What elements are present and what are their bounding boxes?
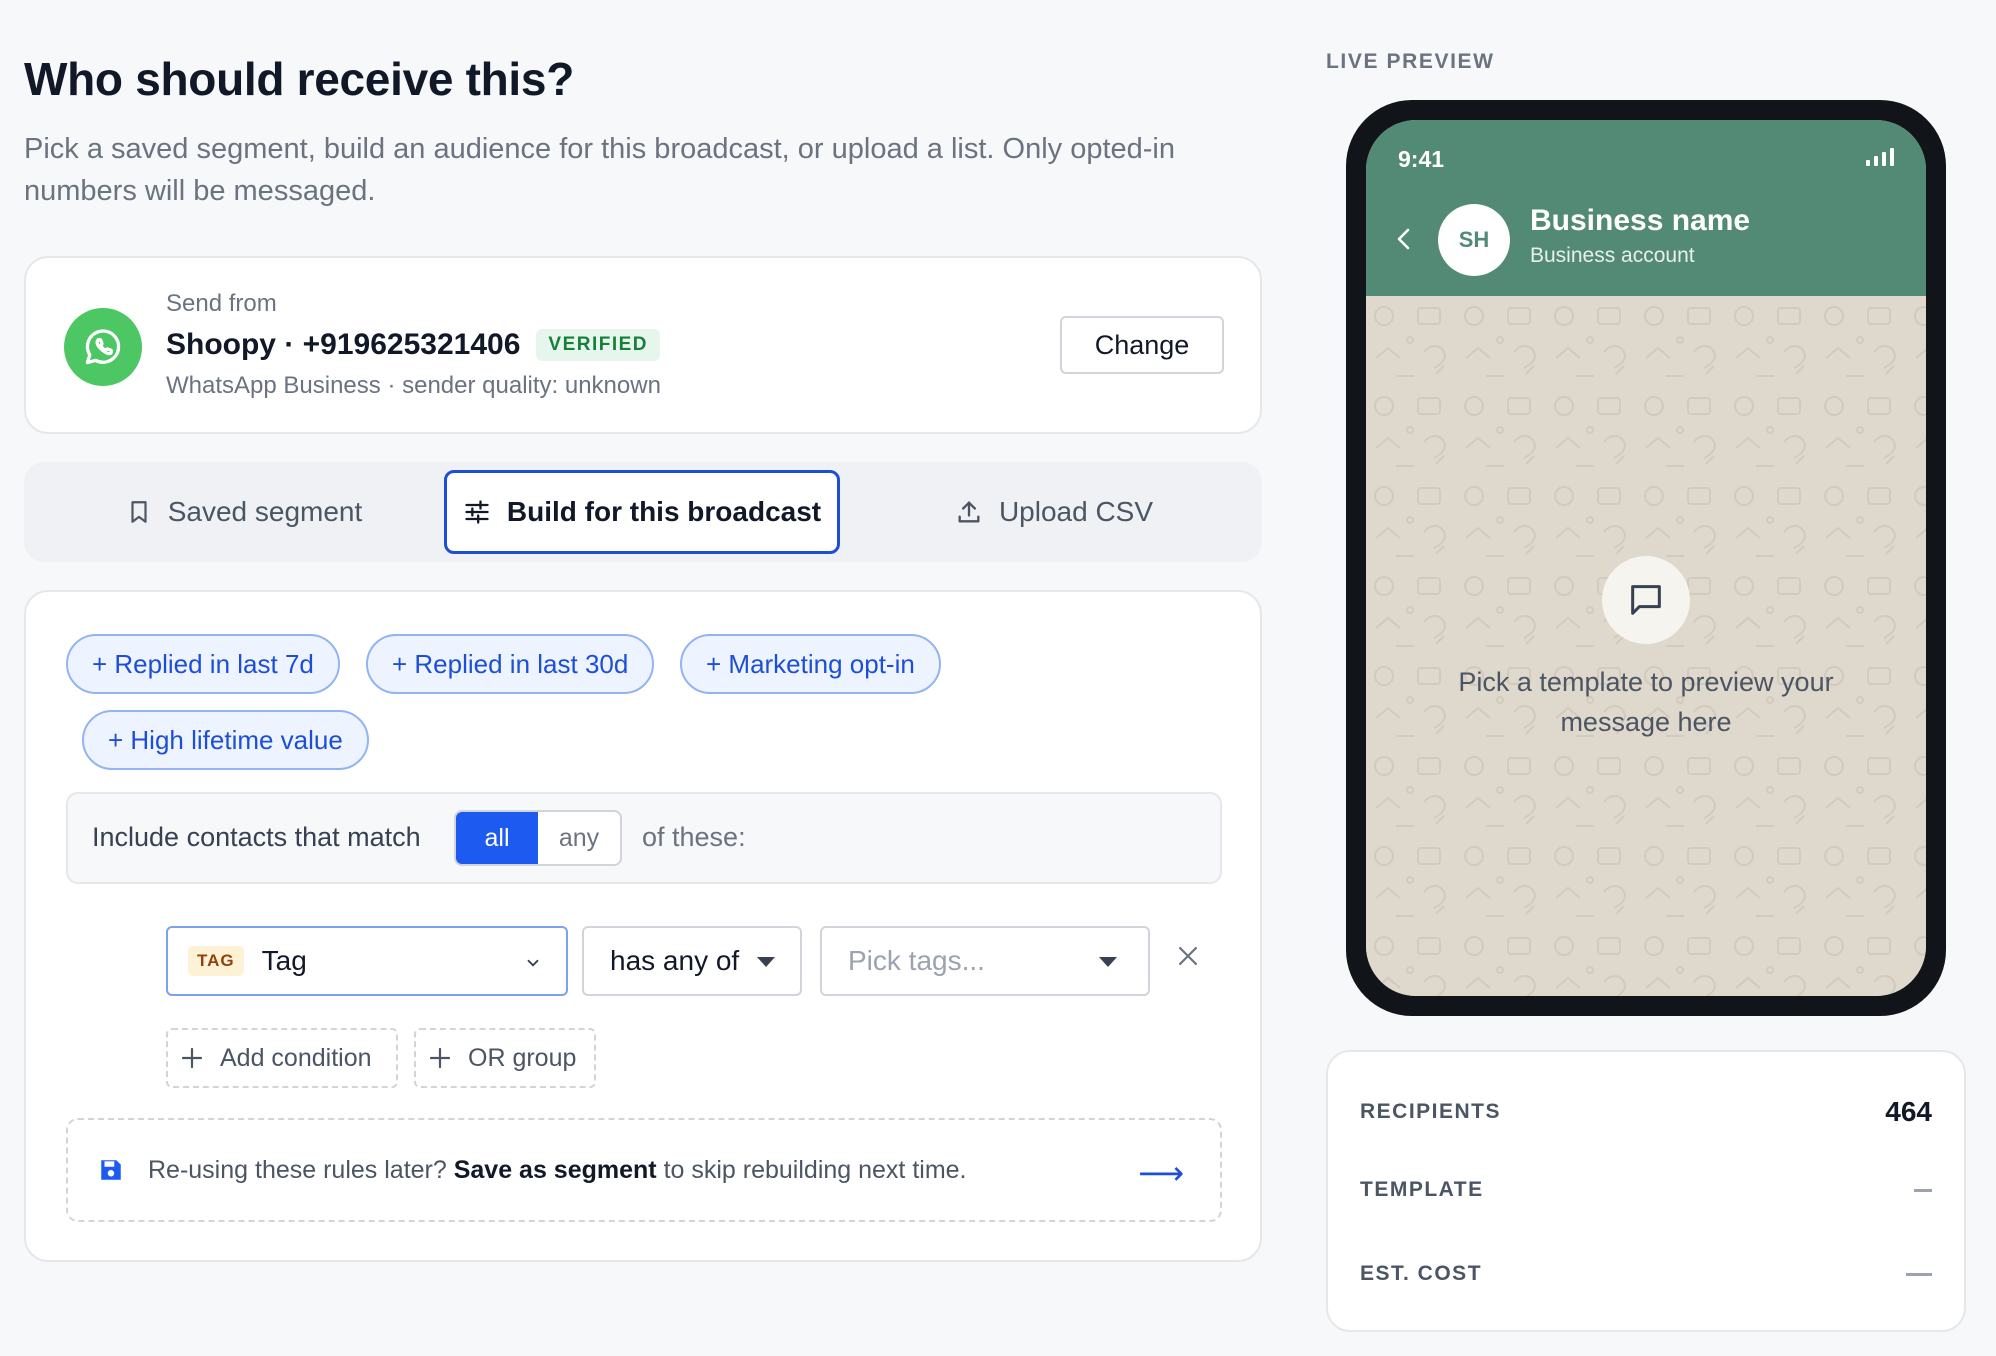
caret-down-icon (757, 957, 775, 967)
match-mode-toggle: all any (454, 810, 622, 866)
condition-operator-value: has any of (610, 945, 740, 976)
chip-high-lifetime-value[interactable]: + High lifetime value (82, 710, 369, 770)
recipients-label: RECIPIENTS (1360, 1100, 1502, 1123)
chat-bubble-icon (1602, 556, 1690, 644)
chip-marketing-opt-in[interactable]: + Marketing opt-in (680, 634, 941, 694)
audience-source-tabs: Saved segment Build for this broadcast U… (24, 462, 1262, 562)
recipients-count: 464 (1885, 1096, 1932, 1127)
arrow-right-icon[interactable]: ⟶ (1138, 1154, 1184, 1192)
sender-meta: WhatsApp Business · sender quality: unkn… (166, 372, 661, 399)
save-tip-suffix: to skip rebuilding next time. (656, 1155, 967, 1184)
condition-field-select[interactable]: TAG Tag (166, 926, 568, 996)
caret-down-icon (1099, 957, 1117, 967)
match-any-option[interactable]: any (538, 812, 620, 864)
verified-badge: VERIFIED (536, 329, 661, 361)
change-sender-button[interactable]: Change (1060, 316, 1224, 374)
avatar: SH (1438, 204, 1510, 276)
upload-icon (958, 501, 980, 523)
rule-builder-card: + Replied in last 7d + Replied in last 3… (24, 590, 1262, 1262)
remove-condition-icon[interactable] (1176, 944, 1200, 968)
chip-replied-7d[interactable]: + Replied in last 7d (66, 634, 340, 694)
summary-template-row: TEMPLATE (1360, 1178, 1932, 1202)
match-suffix: of these: (642, 822, 746, 852)
template-label: TEMPLATE (1360, 1178, 1484, 1201)
business-subtitle: Business account (1530, 244, 1695, 267)
business-name: Business name (1530, 204, 1751, 237)
tab-label: Upload CSV (998, 496, 1154, 527)
tag-badge: TAG (188, 946, 244, 976)
match-all-option[interactable]: all (456, 812, 538, 864)
whatsapp-icon (64, 308, 142, 386)
save-segment-tip[interactable]: Re-using these rules later? Save as segm… (66, 1118, 1222, 1222)
plus-icon (429, 1047, 451, 1069)
signal-icon (1866, 148, 1894, 166)
chat-header: 9:41 SH Business name Business account (1366, 120, 1926, 296)
live-preview-label: LIVE PREVIEW (1326, 50, 1495, 73)
summary-cost-row: EST. COST (1360, 1262, 1932, 1286)
chat-wallpaper (1366, 296, 1926, 996)
or-group-label: OR group (468, 1043, 577, 1072)
sender-label: Send from (166, 290, 277, 317)
match-mode-bar: Include contacts that match all any of t… (66, 792, 1222, 884)
tab-upload-csv[interactable]: Upload CSV (884, 470, 1224, 554)
save-disk-icon (101, 1160, 121, 1180)
tag-picker-select[interactable]: Pick tags... (820, 926, 1150, 996)
chevron-left-icon[interactable] (1394, 226, 1414, 252)
broadcast-summary-card: RECIPIENTS 464 TEMPLATE EST. COST (1326, 1050, 1966, 1332)
sender-card: Send from Shoopy · +919625321406 VERIFIE… (24, 256, 1262, 434)
plus-icon (181, 1047, 203, 1069)
chip-replied-30d[interactable]: + Replied in last 30d (366, 634, 655, 694)
preview-empty-message: Pick a template to preview your message … (1458, 667, 1834, 737)
tab-label: Saved segment (167, 496, 363, 527)
sender-name: Shoopy · +919625321406 (166, 328, 521, 361)
chevron-down-icon (527, 959, 539, 967)
sliders-icon (465, 500, 489, 524)
audience-panel: Who should receive this? Pick a saved se… (24, 0, 1262, 1262)
save-tip-text: Re-using these rules later? Save as segm… (148, 1156, 967, 1185)
sender-name-row: Shoopy · +919625321406 VERIFIED (166, 328, 661, 362)
match-prefix: Include contacts that match (92, 822, 421, 852)
page-title: Who should receive this? (24, 53, 574, 105)
add-condition-button[interactable]: Add condition (166, 1028, 398, 1088)
tab-label: Build for this broadcast (506, 496, 822, 527)
condition-field-value: Tag (261, 945, 307, 976)
phone-screen: 9:41 SH Business name Business account P… (1366, 120, 1926, 996)
tab-build-for-broadcast[interactable]: Build for this broadcast (444, 470, 840, 554)
status-time: 9:41 (1398, 146, 1445, 172)
cost-empty-dash (1906, 1272, 1932, 1276)
save-as-segment-link[interactable]: Save as segment (454, 1156, 657, 1184)
summary-recipients-row: RECIPIENTS 464 (1360, 1096, 1932, 1128)
or-group-button[interactable]: OR group (414, 1028, 596, 1088)
condition-operator-select[interactable]: has any of (582, 926, 802, 996)
save-tip-prefix: Re-using these rules later? (148, 1155, 454, 1184)
est-cost-label: EST. COST (1360, 1262, 1483, 1285)
tab-saved-segment[interactable]: Saved segment (64, 470, 424, 554)
tag-picker-placeholder: Pick tags... (848, 945, 985, 976)
template-empty-dash (1914, 1188, 1932, 1192)
phone-preview: 9:41 SH Business name Business account P… (1346, 100, 1946, 1016)
add-condition-label: Add condition (220, 1043, 372, 1072)
page-subtitle: Pick a saved segment, build an audience … (24, 133, 1175, 207)
bookmark-icon (131, 501, 147, 523)
